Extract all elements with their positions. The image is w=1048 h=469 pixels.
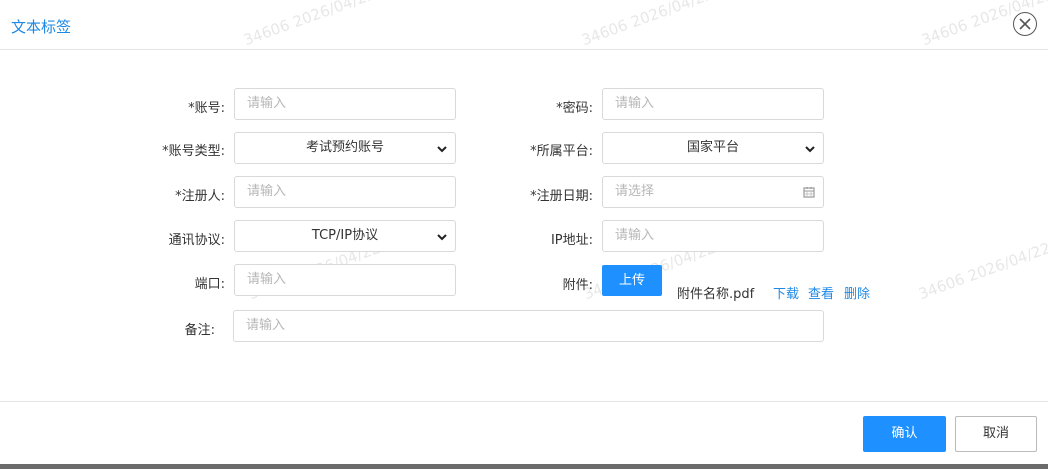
password-label: *密码: [556, 101, 593, 116]
chevron-down-icon [437, 234, 447, 241]
calendar-icon [803, 187, 815, 198]
upload-button[interactable]: 上传 [602, 265, 662, 296]
protocol-select[interactable]: TCP/IP协议 [234, 220, 456, 252]
registrant-input[interactable]: 请输入 [234, 176, 456, 208]
delete-link[interactable]: 删除 [844, 283, 870, 302]
account-label: *账号: [188, 101, 225, 116]
port-input[interactable]: 请输入 [234, 264, 456, 296]
watermark: 34606 2026/04/22 [916, 238, 1048, 304]
ip-input[interactable]: 请输入 [602, 220, 824, 252]
chevron-down-icon [437, 146, 447, 153]
footer-divider [0, 401, 1048, 402]
view-link[interactable]: 查看 [808, 283, 834, 302]
password-input[interactable]: 请输入 [602, 88, 824, 120]
platform-select[interactable]: 国家平台 [602, 132, 824, 164]
remark-label: 备注: [184, 323, 215, 338]
register-date-input[interactable]: 请选择 [602, 176, 824, 208]
attachment-file-name: 附件名称.pdf [677, 287, 755, 302]
protocol-value: TCP/IP协议 [311, 228, 379, 243]
bottom-bar [0, 464, 1048, 469]
close-button[interactable] [1013, 12, 1037, 36]
platform-label: *所属平台: [530, 144, 593, 159]
remark-input[interactable]: 请输入 [233, 310, 824, 342]
dialog-header: 文本标签 [0, 0, 1048, 50]
close-icon [1019, 18, 1031, 30]
port-label: 端口: [194, 277, 225, 292]
dialog: 34606 2026/04/22 34606 2026/04/22 34606 … [0, 0, 1048, 469]
attachment-label: 附件: [562, 278, 593, 293]
cancel-button[interactable]: 取消 [955, 416, 1037, 452]
chevron-down-icon [805, 146, 815, 153]
download-link[interactable]: 下载 [773, 283, 799, 302]
dialog-title: 文本标签 [11, 18, 72, 36]
platform-value: 国家平台 [686, 140, 739, 155]
account-type-select[interactable]: 考试预约账号 [234, 132, 456, 164]
register-date-label: *注册日期: [530, 189, 593, 204]
account-type-label: *账号类型: [162, 144, 225, 159]
register-date-placeholder: 请选择 [615, 184, 655, 199]
account-input[interactable]: 请输入 [234, 88, 456, 120]
registrant-label: *注册人: [175, 189, 225, 204]
account-type-value: 考试预约账号 [305, 140, 384, 155]
protocol-label: 通讯协议: [168, 233, 225, 248]
confirm-button[interactable]: 确认 [863, 416, 946, 452]
ip-label: IP地址: [550, 233, 593, 248]
